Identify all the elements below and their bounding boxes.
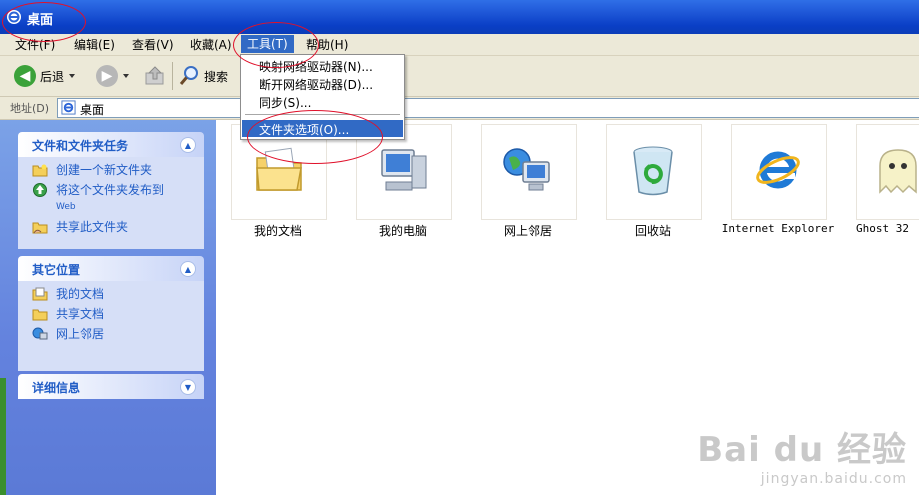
expand-icon[interactable]: ▼ <box>180 379 196 395</box>
desktop-item-label: 网上邻居 <box>503 224 552 238</box>
menu-item-disconnect-network-drive[interactable]: 断开网络驱动器(D)... <box>259 76 373 93</box>
place-my-documents[interactable]: 我的文档 <box>18 287 204 302</box>
publish-web-icon <box>33 183 47 197</box>
back-dropdown-icon[interactable] <box>69 74 76 78</box>
annotation-ellipse-folder-options <box>247 110 383 164</box>
place-shared-documents-label: 共享文档 <box>56 307 105 321</box>
task-publish-web[interactable]: 将这个文件夹发布到 Web <box>18 183 204 215</box>
file-tasks-body: 创建一个新文件夹 将这个文件夹发布到 Web 共享此文件夹 <box>18 157 204 249</box>
desktop-icon <box>61 100 76 115</box>
back-arrow-icon: ◀ <box>14 65 36 87</box>
details-title: 详细信息 <box>32 381 81 395</box>
forward-arrow-icon: ▶ <box>96 65 118 87</box>
place-network[interactable]: 网上邻居 <box>18 327 204 342</box>
share-folder-icon <box>32 222 48 234</box>
address-label: 地址(D) <box>10 102 50 115</box>
back-button[interactable]: ◀ 后退 <box>14 62 76 90</box>
place-network-label: 网上邻居 <box>56 327 105 341</box>
my-computer-icon <box>381 149 427 191</box>
task-publish-web-sub: Web <box>56 202 76 212</box>
other-places-header[interactable]: 其它位置 ▲ <box>18 256 204 281</box>
task-share-folder-label: 共享此文件夹 <box>56 220 129 234</box>
forward-button[interactable]: ▶ <box>96 62 129 90</box>
search-label: 搜索 <box>204 69 229 84</box>
address-value: 桌面 <box>80 103 105 117</box>
desktop-item-internet-explorer[interactable]: Internet Explorer <box>722 124 834 244</box>
desktop-item-label: 回收站 <box>634 224 671 238</box>
recycle-bin-icon <box>633 146 673 196</box>
network-small-icon <box>32 327 48 340</box>
annotation-ellipse-tools <box>233 22 319 68</box>
annotation-ellipse-title <box>2 2 86 42</box>
internet-explorer-icon <box>756 151 800 189</box>
other-places-body: 我的文档 共享文档 网上邻居 <box>18 281 204 371</box>
watermark: Bai du 经验 jingyan.baidu.com <box>697 422 907 487</box>
title-bar: 桌面 <box>0 0 919 34</box>
menu-bar: 文件(F) 编辑(E) 查看(V) 收藏(A) 工具(T) 帮助(H) <box>0 34 919 56</box>
place-shared-documents[interactable]: 共享文档 <box>18 307 204 322</box>
my-documents-small-icon <box>32 287 48 301</box>
place-my-documents-label: 我的文档 <box>56 287 105 301</box>
task-pane: 文件和文件夹任务 ▲ 创建一个新文件夹 将这个文件夹发布到 Web 共享此文件夹… <box>0 120 216 495</box>
desktop-item-network-places[interactable]: 网上邻居 <box>481 124 577 244</box>
watermark-sub: jingyan.baidu.com <box>760 471 907 487</box>
up-folder-button[interactable] <box>144 62 166 90</box>
up-folder-icon <box>145 66 164 85</box>
file-tasks-title: 文件和文件夹任务 <box>32 139 129 153</box>
address-input[interactable]: 桌面 <box>57 98 919 118</box>
folder-icon <box>32 309 48 321</box>
other-places-panel: 其它位置 ▲ 我的文档 共享文档 网上邻居 <box>18 256 204 371</box>
menu-item-synchronize[interactable]: 同步(S)... <box>259 94 311 111</box>
desktop-item-recycle-bin[interactable]: 回收站 <box>606 124 702 244</box>
watermark-main: Bai du 经验 <box>697 430 907 470</box>
network-places-icon <box>503 148 550 191</box>
task-share-folder[interactable]: 共享此文件夹 <box>18 220 204 235</box>
desktop-edge <box>0 378 6 495</box>
collapse-icon[interactable]: ▲ <box>180 261 196 277</box>
details-panel: 详细信息 ▼ <box>18 374 204 399</box>
back-label: 后退 <box>40 69 65 84</box>
desktop-item-label: Ghost 32 <box>856 222 909 235</box>
file-tasks-panel: 文件和文件夹任务 ▲ 创建一个新文件夹 将这个文件夹发布到 Web 共享此文件夹 <box>18 132 204 249</box>
new-folder-icon <box>32 164 48 177</box>
task-new-folder-label: 创建一个新文件夹 <box>56 163 153 177</box>
file-tasks-header[interactable]: 文件和文件夹任务 ▲ <box>18 132 204 157</box>
menu-view[interactable]: 查看(V) <box>132 37 174 53</box>
menu-edit[interactable]: 编辑(E) <box>74 37 115 53</box>
forward-dropdown-icon[interactable] <box>123 74 129 78</box>
address-bar: 地址(D) 桌面 <box>0 97 919 120</box>
desktop-item-label: 我的电脑 <box>378 224 427 238</box>
details-header[interactable]: 详细信息 ▼ <box>18 374 204 399</box>
task-publish-web-label: 将这个文件夹发布到 <box>56 183 165 197</box>
collapse-icon[interactable]: ▲ <box>180 137 196 153</box>
search-icon <box>179 66 198 85</box>
toolbar-separator <box>172 62 173 90</box>
search-button[interactable]: 搜索 <box>178 62 228 90</box>
desktop-item-label: 我的文档 <box>253 224 302 238</box>
other-places-title: 其它位置 <box>32 263 81 277</box>
task-new-folder[interactable]: 创建一个新文件夹 <box>18 163 204 178</box>
desktop-item-ghost[interactable]: Ghost 32 <box>856 124 919 244</box>
desktop-item-label: Internet Explorer <box>721 222 835 235</box>
toolbar: ◀ 后退 ▶ 搜索 <box>0 56 919 97</box>
menu-favorites[interactable]: 收藏(A) <box>190 37 232 53</box>
ghost-icon <box>879 149 917 194</box>
